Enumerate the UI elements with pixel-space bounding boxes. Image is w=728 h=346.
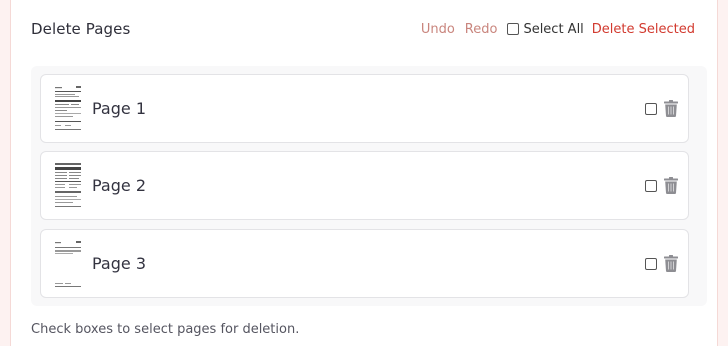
redo-button[interactable]: Redo [465, 22, 498, 37]
page-thumbnail[interactable] [53, 239, 83, 289]
undo-button[interactable]: Undo [421, 22, 455, 37]
header-actions: Undo Redo Select All Delete Selected [421, 22, 695, 37]
page-row: Page 1 [40, 74, 689, 143]
trash-icon[interactable] [664, 100, 678, 117]
page-label: Page 1 [92, 99, 146, 118]
page-label: Page 3 [92, 254, 146, 273]
page-select-checkbox[interactable] [645, 102, 657, 115]
select-all-control[interactable]: Select All [507, 21, 584, 37]
trash-icon[interactable] [664, 177, 678, 194]
delete-pages-panel: Delete Pages Undo Redo Select All Delete… [10, 0, 718, 346]
page-row: Page 3 [40, 229, 689, 298]
trash-icon[interactable] [664, 255, 678, 272]
panel-title: Delete Pages [31, 20, 131, 38]
page-row-controls [645, 255, 678, 272]
page-row-controls [645, 177, 678, 194]
page-select-checkbox[interactable] [645, 179, 657, 192]
page-list: Page 1 Page 2 Page 3 [31, 66, 707, 306]
page-thumbnail[interactable] [53, 161, 83, 211]
select-all-checkbox[interactable] [507, 23, 520, 35]
instruction-text: Check boxes to select pages for deletion… [31, 322, 300, 337]
panel-header: Delete Pages Undo Redo Select All Delete… [31, 18, 695, 40]
page-thumbnail[interactable] [53, 84, 83, 134]
select-all-label: Select All [523, 21, 584, 37]
page-row: Page 2 [40, 151, 689, 220]
app-background: Delete Pages Undo Redo Select All Delete… [0, 0, 728, 346]
page-select-checkbox[interactable] [645, 257, 657, 270]
delete-selected-button[interactable]: Delete Selected [592, 22, 695, 37]
page-row-controls [645, 100, 678, 117]
page-label: Page 2 [92, 176, 146, 195]
